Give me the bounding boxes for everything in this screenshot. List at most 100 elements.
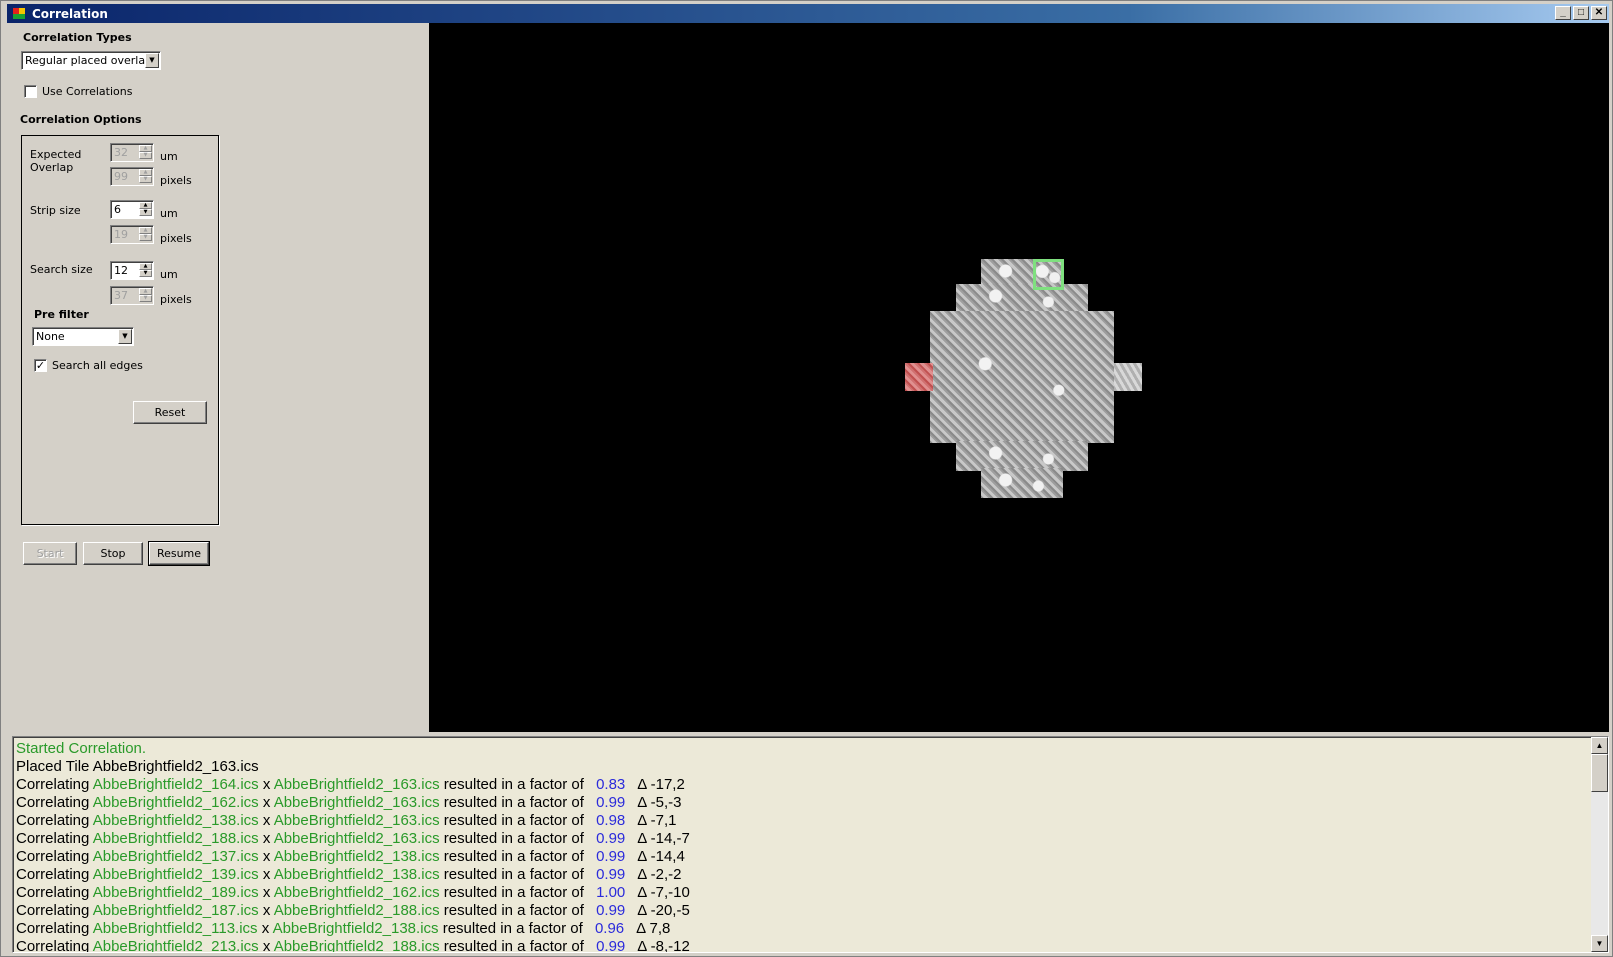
search-size-um-input[interactable]: 12 ▲ ▼ [110, 261, 154, 280]
tissue-tile [956, 284, 1088, 314]
title-bar[interactable]: Correlation _ □ ✕ [7, 4, 1609, 23]
log-tile-b: AbbeBrightfield2_188.ics [273, 938, 440, 953]
prefilter-label: Pre filter [34, 308, 89, 321]
unit-pixels-label: pixels [160, 232, 192, 245]
log-factor: 0.99 [596, 848, 626, 865]
log-line: Correlating AbbeBrightfield2_139.ics x A… [16, 866, 1586, 884]
start-button[interactable]: Start [23, 542, 77, 565]
log-verb: Correlating [16, 776, 93, 793]
spin-arrows-icon[interactable]: ▲ ▼ [139, 169, 152, 184]
log-panel[interactable]: Started Correlation. Placed Tile AbbeBrig… [12, 736, 1609, 953]
log-scrollbar[interactable]: ▲ ▼ [1591, 737, 1608, 952]
log-separator: x [258, 830, 274, 847]
log-factor: 0.99 [596, 794, 626, 811]
spin-arrows-icon[interactable]: ▲ ▼ [139, 263, 152, 278]
log-separator: x [258, 884, 274, 901]
strip-size-pixels-value: 19 [114, 228, 128, 241]
log-tile-a: AbbeBrightfield2_187.ics [92, 902, 259, 919]
search-size-pixels-value: 37 [114, 289, 128, 302]
correlation-options-label: Correlation Options [20, 113, 142, 126]
spin-arrows-icon[interactable]: ▲ ▼ [139, 202, 152, 217]
log-tile-a: AbbeBrightfield2_138.ics [92, 812, 259, 829]
maximize-button[interactable]: □ [1573, 6, 1589, 20]
log-delta: Δ -7,-10 [637, 884, 690, 901]
log-tile-b: AbbeBrightfield2_163.ics [273, 812, 440, 829]
app-icon [13, 7, 26, 20]
log-factor: 0.99 [596, 866, 626, 883]
log-tile-b: AbbeBrightfield2_138.ics [272, 920, 439, 937]
log-separator: x [258, 776, 274, 793]
log-line: Correlating AbbeBrightfield2_188.ics x A… [16, 830, 1586, 848]
log-result-text: resulted in a factor of [438, 920, 587, 937]
prefilter-select[interactable]: None ▼ [32, 327, 134, 346]
expected-overlap-um-input[interactable]: 32 ▲ ▼ [110, 143, 154, 162]
log-verb: Correlating [16, 902, 93, 919]
resume-button[interactable]: Resume [148, 541, 210, 566]
log-verb: Correlating [16, 938, 93, 953]
log-line: Correlating AbbeBrightfield2_213.ics x A… [16, 938, 1586, 953]
search-size-pixels-input[interactable]: 37 ▲ ▼ [110, 286, 154, 305]
log-result-text: resulted in a factor of [439, 866, 589, 883]
strip-size-um-input[interactable]: 6 ▲ ▼ [110, 200, 154, 219]
scroll-down-icon[interactable]: ▼ [1591, 935, 1608, 952]
log-factor: 0.96 [594, 920, 625, 937]
log-tile-a: AbbeBrightfield2_188.ics [92, 830, 259, 847]
log-result-text: resulted in a factor of [439, 884, 589, 901]
log-tile-b: AbbeBrightfield2_162.ics [273, 884, 440, 901]
log-separator: x [257, 920, 273, 937]
minimize-button[interactable]: _ [1555, 6, 1571, 20]
log-verb: Correlating [16, 884, 93, 901]
log-delta: Δ -20,-5 [637, 902, 690, 919]
log-status-text: Started Correlation. [16, 740, 147, 757]
chevron-down-icon[interactable]: ▼ [145, 53, 159, 68]
log-separator: x [258, 866, 274, 883]
unit-pixels-label: pixels [160, 174, 192, 187]
stop-button[interactable]: Stop [83, 542, 143, 565]
search-all-edges-label: Search all edges [52, 359, 143, 372]
tile-viewer[interactable] [429, 23, 1609, 732]
tissue-tile [981, 468, 1063, 498]
unit-um-label: um [160, 207, 178, 220]
log-tile-b: AbbeBrightfield2_138.ics [273, 848, 440, 865]
log-factor: 0.99 [596, 830, 626, 847]
log-delta: Δ -8,-12 [637, 938, 690, 953]
log-line: Correlating AbbeBrightfield2_189.ics x A… [16, 884, 1586, 902]
log-line: Correlating AbbeBrightfield2_137.ics x A… [16, 848, 1586, 866]
unit-pixels-label: pixels [160, 293, 192, 306]
log-tile-b: AbbeBrightfield2_163.ics [273, 794, 440, 811]
log-verb: Correlating [16, 794, 93, 811]
log-factor: 0.99 [596, 938, 626, 953]
strip-size-pixels-input[interactable]: 19 ▲ ▼ [110, 225, 154, 244]
log-result-text: resulted in a factor of [439, 776, 589, 793]
log-result-text: resulted in a factor of [439, 848, 589, 865]
log-tile-b: AbbeBrightfield2_163.ics [273, 776, 440, 793]
reset-button[interactable]: Reset [133, 401, 207, 424]
spin-arrows-icon[interactable]: ▲ ▼ [139, 288, 152, 303]
log-separator: x [258, 794, 274, 811]
search-size-label: Search size [30, 263, 93, 276]
close-button[interactable]: ✕ [1591, 6, 1607, 20]
log-verb: Correlating [16, 920, 93, 937]
expected-overlap-pixels-input[interactable]: 99 ▲ ▼ [110, 167, 154, 186]
correlation-window: Correlation _ □ ✕ Correlation Types Regu… [0, 0, 1613, 957]
scroll-up-icon[interactable]: ▲ [1591, 737, 1608, 754]
log-line: Correlating AbbeBrightfield2_187.ics x A… [16, 902, 1586, 920]
spin-arrows-icon[interactable]: ▲ ▼ [139, 227, 152, 242]
log-line: Correlating AbbeBrightfield2_164.ics x A… [16, 776, 1586, 794]
expected-overlap-um-value: 32 [114, 146, 128, 159]
scroll-thumb[interactable] [1591, 754, 1608, 792]
spin-arrows-icon[interactable]: ▲ ▼ [139, 145, 152, 160]
use-correlations-checkbox[interactable] [24, 85, 37, 98]
log-verb: Correlating [16, 866, 93, 883]
search-all-edges-checkbox[interactable]: ✓ [34, 359, 47, 372]
log-delta: Δ -17,2 [637, 776, 685, 793]
expected-overlap-label: Expected Overlap [30, 148, 82, 174]
unit-um-label: um [160, 150, 178, 163]
log-delta: Δ -5,-3 [637, 794, 682, 811]
correlation-type-select[interactable]: Regular placed overlap ▼ [21, 51, 161, 70]
log-separator: x [258, 848, 274, 865]
chevron-down-icon[interactable]: ▼ [118, 329, 132, 344]
log-verb: Correlating [16, 830, 93, 847]
log-factor: 0.83 [596, 776, 626, 793]
log-line: Started Correlation. [16, 740, 1586, 758]
